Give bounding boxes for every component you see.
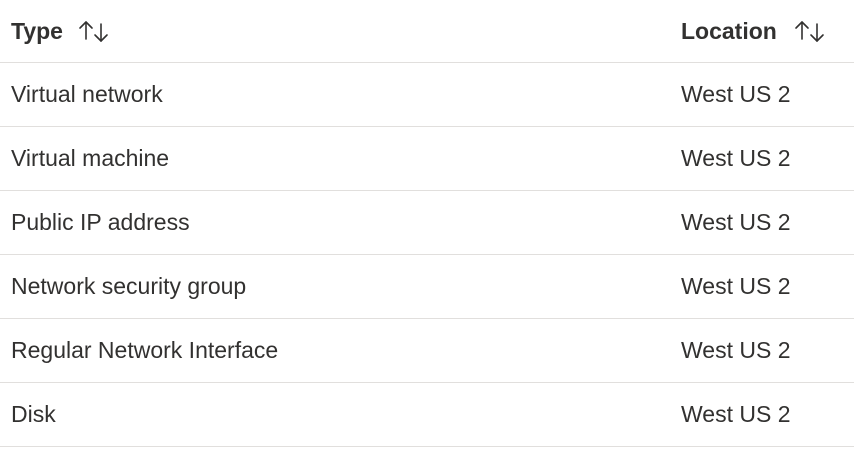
table-header-row: Type Location bbox=[0, 0, 854, 63]
type-cell: Regular Network Interface bbox=[11, 337, 279, 363]
table-row[interactable]: Virtual network West US 2 bbox=[0, 63, 854, 127]
table-body: Virtual network West US 2 Virtual machin… bbox=[0, 63, 854, 447]
sort-up-down-icon[interactable] bbox=[77, 17, 111, 45]
location-cell: West US 2 bbox=[681, 273, 791, 299]
table-row[interactable]: Regular Network Interface West US 2 bbox=[0, 319, 854, 383]
table-row[interactable]: Virtual machine West US 2 bbox=[0, 127, 854, 191]
table-row[interactable]: Public IP address West US 2 bbox=[0, 191, 854, 255]
table-row[interactable]: Network security group West US 2 bbox=[0, 255, 854, 319]
location-cell: West US 2 bbox=[681, 337, 791, 363]
table-row[interactable]: Disk West US 2 bbox=[0, 383, 854, 447]
type-cell: Public IP address bbox=[11, 209, 190, 235]
location-cell: West US 2 bbox=[681, 209, 791, 235]
column-header-type-label: Type bbox=[11, 17, 63, 44]
type-cell: Disk bbox=[11, 401, 56, 427]
location-cell: West US 2 bbox=[681, 81, 791, 107]
column-header-location[interactable]: Location bbox=[681, 0, 827, 62]
column-header-type[interactable]: Type bbox=[11, 0, 111, 62]
sort-up-down-icon[interactable] bbox=[793, 17, 827, 45]
location-cell: West US 2 bbox=[681, 401, 791, 427]
location-cell: West US 2 bbox=[681, 145, 791, 171]
type-cell: Virtual network bbox=[11, 81, 163, 107]
type-cell: Network security group bbox=[11, 273, 247, 299]
column-header-location-label: Location bbox=[681, 17, 777, 44]
type-cell: Virtual machine bbox=[11, 145, 170, 171]
resources-table: Type Location Virtual network West US 2 … bbox=[0, 0, 854, 454]
